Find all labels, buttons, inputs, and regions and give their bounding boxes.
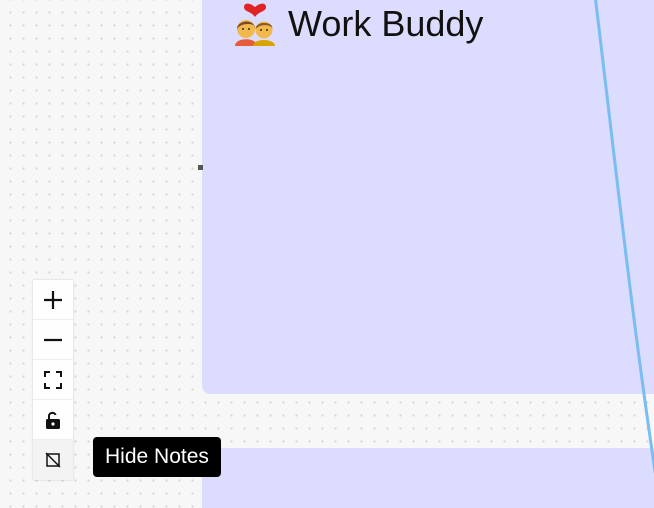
node-title: Work Buddy [232, 2, 483, 46]
hide-notes-button[interactable] [33, 440, 73, 480]
couple-with-heart-icon [235, 3, 275, 46]
canvas-controls [33, 280, 73, 480]
minus-icon [44, 338, 62, 341]
lock-button[interactable] [33, 400, 73, 440]
tooltip: Hide Notes [93, 437, 221, 477]
unlock-icon [46, 411, 60, 429]
group-node-lower[interactable] [202, 448, 654, 508]
fullscreen-icon [44, 370, 62, 389]
tooltip-text: Hide Notes [105, 445, 209, 468]
node-title-text: Work Buddy [288, 3, 484, 44]
zoom-out-button[interactable] [33, 320, 73, 360]
node-handle[interactable] [198, 165, 203, 170]
notes-off-icon [45, 452, 61, 468]
zoom-in-button[interactable] [33, 280, 73, 320]
fit-view-button[interactable] [33, 360, 73, 400]
plus-icon [44, 290, 62, 309]
group-node[interactable] [202, 0, 654, 394]
